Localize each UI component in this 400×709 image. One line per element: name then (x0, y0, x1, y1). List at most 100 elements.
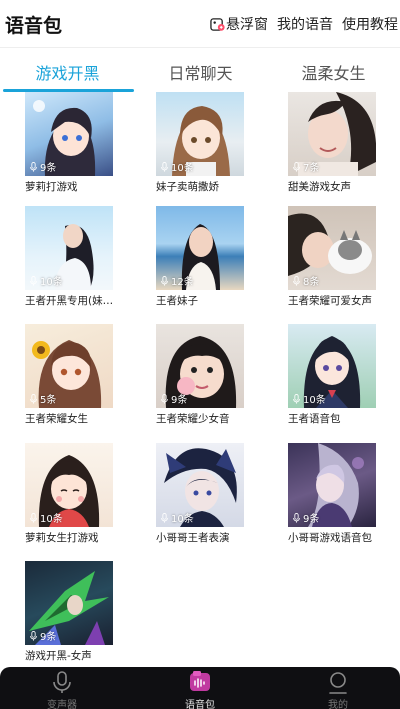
voice-pack-name: 游戏开黑-女声 (25, 650, 92, 662)
clip-count-text: 9条 (40, 163, 57, 174)
clip-count: 10条 (160, 510, 194, 525)
mic-small-icon (161, 393, 168, 404)
voice-pack-card[interactable]: 7条 甜美游戏女声 (288, 92, 376, 194)
clip-count: 7条 (292, 159, 319, 174)
microphone-icon (53, 671, 71, 693)
tab-profile[interactable]: 我的 (298, 669, 378, 709)
voice-pack-name: 甜美游戏女声 (288, 181, 351, 193)
mic-small-icon (293, 393, 300, 404)
voice-pack-icon (190, 671, 210, 691)
voice-pack-card[interactable]: 10条 小哥哥王者表演 (156, 443, 244, 545)
mic-small-icon (30, 161, 37, 172)
clip-count: 12条 (160, 273, 194, 288)
mic-small-icon (293, 161, 300, 172)
mic-small-icon (161, 512, 168, 523)
tab-voice-pack-label: 语音包 (185, 700, 215, 709)
voice-pack-name: 王者开黑专用(妹子) (25, 295, 117, 307)
voice-pack-card[interactable]: 12条 王者妹子 (156, 206, 244, 308)
clip-count-text: 5条 (40, 395, 57, 406)
cover-image: 12条 (156, 206, 244, 290)
clip-count: 9条 (160, 391, 187, 406)
clip-count: 9条 (29, 159, 56, 174)
voice-pack-card[interactable]: 10条 妹子卖萌撒娇 (156, 92, 244, 194)
mic-small-icon (161, 275, 168, 286)
voice-pack-card[interactable]: 9条 游戏开黑-女声 (25, 561, 113, 663)
clip-count-text: 12条 (171, 277, 194, 288)
mic-small-icon (293, 275, 300, 286)
clip-count-text: 10条 (171, 163, 194, 174)
clip-count-text: 7条 (303, 163, 320, 174)
cover-image: 9条 (25, 92, 113, 176)
voice-pack-card[interactable]: 9条 萝莉打游戏 (25, 92, 113, 194)
clip-count: 10条 (160, 159, 194, 174)
cover-image: 9条 (156, 324, 244, 408)
profile-icon (329, 672, 347, 694)
cover-image: 10条 (25, 443, 113, 527)
cover-image: 9条 (25, 561, 113, 645)
voice-pack-name: 萝莉打游戏 (25, 181, 78, 193)
voice-pack-name: 王者妹子 (156, 295, 198, 307)
clip-count: 10条 (292, 391, 326, 406)
page-title: 语音包 (5, 15, 63, 37)
category-tabs: 游戏开黑 日常聊天 温柔女生 (0, 52, 400, 92)
tab-gentle-girl[interactable]: 温柔女生 (267, 60, 400, 84)
voice-pack-card[interactable]: 10条 王者语音包 (288, 324, 376, 426)
clip-count-text: 8条 (303, 277, 320, 288)
cover-image: 8条 (288, 206, 376, 290)
voice-pack-card[interactable]: 9条 王者荣耀少女音 (156, 324, 244, 426)
tab-voice-changer-label: 变声器 (47, 700, 77, 709)
mic-small-icon (30, 393, 37, 404)
clip-count: 5条 (29, 391, 56, 406)
voice-pack-name: 小哥哥王者表演 (156, 532, 230, 544)
clip-count-text: 10条 (40, 277, 63, 288)
clip-count: 9条 (292, 510, 319, 525)
cover-image: 9条 (288, 443, 376, 527)
clip-count-text: 10条 (40, 514, 63, 525)
voice-pack-card[interactable]: 8条 王者荣耀可爱女声 (288, 206, 376, 308)
clip-count: 8条 (292, 273, 319, 288)
mic-small-icon (30, 275, 37, 286)
cover-image: 10条 (288, 324, 376, 408)
mic-small-icon (293, 512, 300, 523)
voice-pack-card[interactable]: 10条 王者开黑专用(妹子) (25, 206, 117, 308)
clip-count-text: 10条 (171, 514, 194, 525)
voice-pack-name: 王者荣耀少女音 (156, 413, 230, 425)
clip-count-text: 9条 (303, 514, 320, 525)
voice-pack-name: 妹子卖萌撒娇 (156, 181, 219, 193)
floating-window-icon (210, 17, 225, 31)
voice-pack-card[interactable]: 5条 王者荣耀女生 (25, 324, 113, 426)
voice-pack-name: 萝莉女生打游戏 (25, 532, 99, 544)
cover-image: 10条 (25, 206, 113, 290)
tab-voice-pack[interactable]: 语音包 (160, 669, 240, 709)
bottom-tab-bar: 变声器 语音包 我的 (0, 667, 400, 709)
cover-image: 10条 (156, 92, 244, 176)
tutorial-link[interactable]: 使用教程 (342, 14, 398, 34)
cover-image: 10条 (156, 443, 244, 527)
voice-pack-card[interactable]: 9条 小哥哥游戏语音包 (288, 443, 376, 545)
tab-daily-chat[interactable]: 日常聊天 (134, 60, 267, 84)
clip-count-text: 9条 (40, 632, 57, 643)
clip-count-text: 9条 (171, 395, 188, 406)
voice-pack-card[interactable]: 10条 萝莉女生打游戏 (25, 443, 113, 545)
voice-pack-name: 王者语音包 (288, 413, 341, 425)
cover-image: 5条 (25, 324, 113, 408)
voice-pack-name: 小哥哥游戏语音包 (288, 532, 372, 544)
mic-small-icon (30, 630, 37, 641)
header-actions: 悬浮窗 我的语音 使用教程 (201, 14, 398, 34)
floating-window-button[interactable]: 悬浮窗 (210, 14, 268, 34)
clip-count: 9条 (29, 628, 56, 643)
tab-voice-changer[interactable]: 变声器 (22, 669, 102, 709)
floating-window-label: 悬浮窗 (226, 17, 268, 33)
voice-pack-name: 王者荣耀可爱女声 (288, 295, 372, 307)
top-bar: 语音包 悬浮窗 我的语音 使用教程 (0, 0, 400, 48)
tab-game[interactable]: 游戏开黑 (1, 60, 134, 84)
tab-profile-label: 我的 (328, 700, 348, 709)
cover-image: 7条 (288, 92, 376, 176)
voice-pack-name: 王者荣耀女生 (25, 413, 88, 425)
clip-count: 10条 (29, 510, 63, 525)
clip-count: 10条 (29, 273, 63, 288)
my-voice-link[interactable]: 我的语音 (277, 14, 333, 34)
clip-count-text: 10条 (303, 395, 326, 406)
mic-small-icon (30, 512, 37, 523)
mic-small-icon (161, 161, 168, 172)
